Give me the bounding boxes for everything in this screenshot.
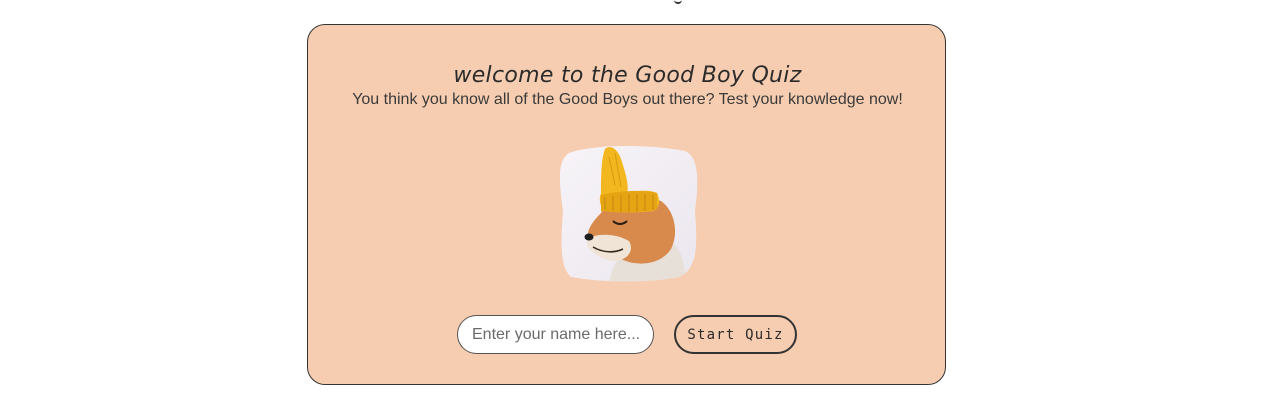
start-form: Start Quiz — [457, 315, 797, 355]
top-edge-glyph — [674, 0, 682, 4]
shiba-inu-photo-icon — [559, 146, 698, 282]
page-subtitle: You think you know all of the Good Boys … — [352, 91, 903, 108]
start-quiz-button[interactable]: Start Quiz — [674, 315, 797, 354]
name-input[interactable] — [457, 315, 654, 354]
dog-photo — [557, 141, 699, 283]
welcome-card: welcome to the Good Boy Quiz You think y… — [307, 24, 946, 385]
page-title: welcome to the Good Boy Quiz — [453, 63, 802, 88]
